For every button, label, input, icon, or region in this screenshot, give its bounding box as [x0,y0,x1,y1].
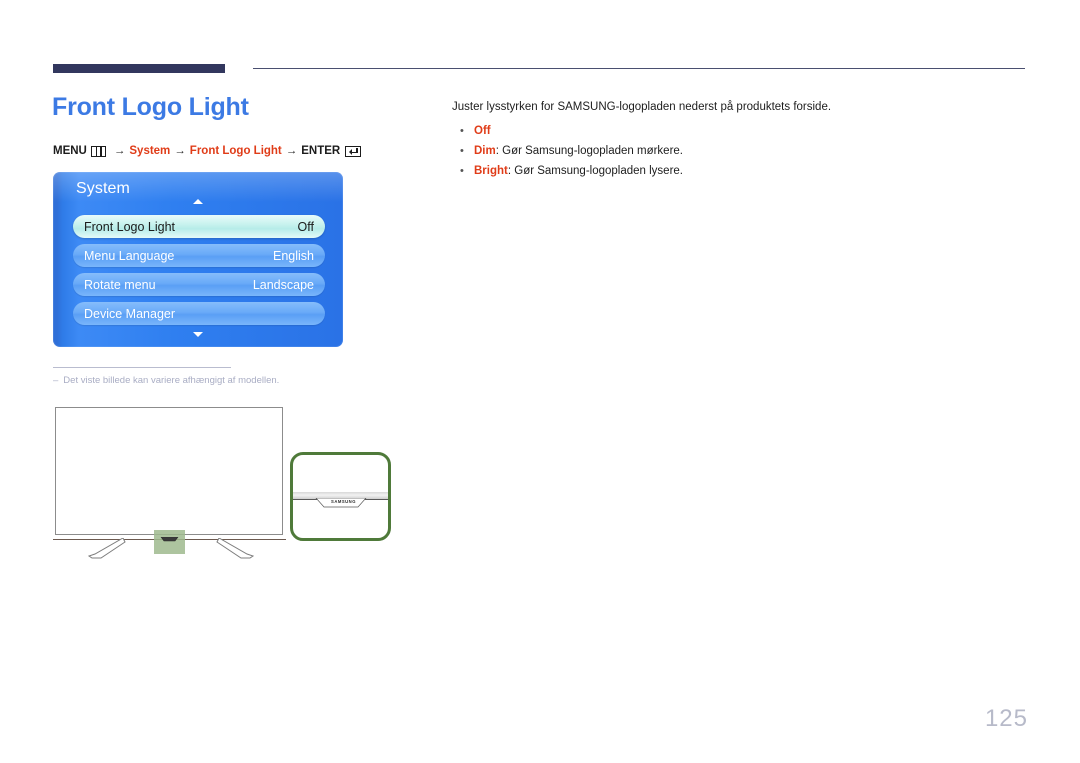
menu-path-menu-label: MENU [53,145,87,157]
tv-leg-right-icon [216,538,255,559]
osd-row-label: Rotate menu [84,277,156,292]
bullet-dot: • [460,165,464,177]
menu-path-step-system: System [129,145,171,157]
menu-grid-icon [90,145,106,157]
option-desc: : Gør Samsung-logopladen lysere. [507,165,683,177]
header-thick-bar [53,64,225,73]
tv-leg-left-icon [87,538,126,559]
triangle-down-icon[interactable] [193,332,203,337]
menu-path-arrow-2: → [174,145,186,157]
osd-row-value: English [273,248,314,263]
osd-row-front-logo-light[interactable]: Front Logo Light Off [73,215,325,238]
menu-path-arrow-1: → [113,145,126,157]
osd-panel-title: System [76,180,130,197]
menu-path-breadcrumb: MENU → System → Front Logo Light → ENTER [53,145,362,157]
option-item-dim: • Dim: Gør Samsung-logopladen mørkere. [452,141,1012,161]
logo-plate-highlight [154,530,185,554]
osd-system-menu-panel[interactable]: System Front Logo Light Off Menu Languag… [53,172,343,347]
enter-key-icon [345,145,362,157]
bullet-dot: • [460,145,464,157]
osd-row-value: Landscape [252,277,314,292]
logo-plate-callout: SAMSUNG [290,452,391,541]
note-dash: ‒ [53,375,59,386]
osd-row-list: Front Logo Light Off Menu Language Engli… [73,215,325,331]
triangle-up-icon[interactable] [193,199,203,204]
note-text: ‒ Det viste billede kan variere afhængigt… [53,375,279,386]
menu-path-step-front-logo-light: Front Logo Light [189,145,282,157]
header-rule [53,64,1025,76]
header-thin-line [253,68,1025,69]
logo-plate-icon [160,537,179,542]
osd-row-device-manager[interactable]: Device Manager [73,302,325,325]
osd-row-menu-language[interactable]: Menu Language English [73,244,325,267]
tv-front-view-diagram: SAMSUNG [53,405,393,560]
menu-path-arrow-3: → [285,145,298,157]
osd-row-label: Menu Language [84,248,175,263]
osd-row-label: Device Manager [84,306,176,321]
tv-screen-outline [55,407,283,535]
option-term: Dim [474,145,496,157]
osd-row-label: Front Logo Light [84,219,176,234]
option-term: Off [474,125,491,137]
osd-row-rotate-menu[interactable]: Rotate menu Landscape [73,273,325,296]
option-item-off: • Off [452,121,1012,141]
description-column: Juster lysstyrken for SAMSUNG-logopladen… [452,100,1012,181]
page-title: Front Logo Light [52,93,249,121]
option-item-bright: • Bright: Gør Samsung-logopladen lysere. [452,161,1012,181]
menu-path-enter-label: ENTER [301,145,341,157]
description-intro: Juster lysstyrken for SAMSUNG-logopladen… [452,101,832,113]
option-term: Bright [474,165,508,177]
page-number: 125 [984,705,1028,732]
bullet-dot: • [460,125,464,137]
callout-samsung-logo-text: SAMSUNG [331,499,356,504]
note-body: Det viste billede kan variere afhængigt … [63,375,280,386]
option-desc: : Gør Samsung-logopladen mørkere. [495,145,684,157]
osd-row-value: Off [297,219,314,234]
note-divider [53,367,231,368]
